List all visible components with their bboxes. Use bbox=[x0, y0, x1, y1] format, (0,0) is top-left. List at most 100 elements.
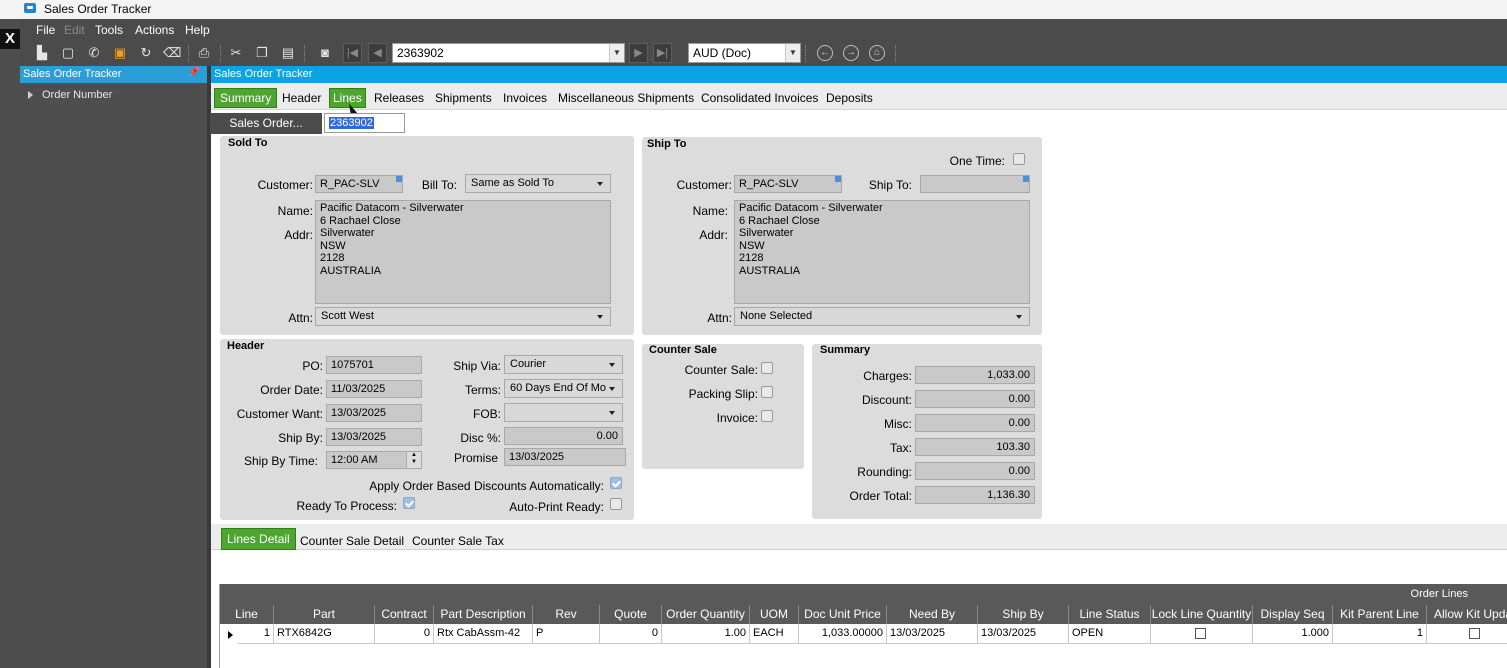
new-icon[interactable]: ▙ bbox=[33, 44, 51, 62]
attachment-icon[interactable]: ▣ bbox=[111, 44, 129, 62]
apply-discounts-checkbox[interactable] bbox=[610, 477, 622, 489]
tab-counter-sale-detail[interactable]: Counter Sale Detail bbox=[300, 534, 404, 548]
previous-record-icon[interactable]: ◀ bbox=[368, 43, 387, 63]
currency-combo[interactable]: AUD (Doc) ▼ bbox=[688, 43, 801, 63]
counter-sale-checkbox[interactable] bbox=[761, 362, 773, 374]
table-cell[interactable]: P bbox=[533, 624, 600, 644]
terms-dropdown[interactable]: 60 Days End Of Mo bbox=[504, 379, 623, 398]
sold-to-address-field[interactable]: Pacific Datacom - Silverwater 6 Rachael … bbox=[315, 200, 611, 304]
clear-icon[interactable]: ⌫ bbox=[163, 44, 181, 62]
chevron-down-icon[interactable]: ▼ bbox=[785, 44, 800, 62]
refresh-icon[interactable]: ↻ bbox=[137, 44, 155, 62]
ship-by-field[interactable]: 13/03/2025 bbox=[326, 428, 422, 446]
ship-to-field[interactable] bbox=[920, 175, 1030, 193]
ship-via-dropdown[interactable]: Courier bbox=[504, 355, 623, 374]
grid-header[interactable]: Kit Parent Line bbox=[1333, 605, 1427, 624]
table-cell[interactable]: 1.000 bbox=[1253, 624, 1333, 644]
table-cell[interactable]: 1 bbox=[1333, 624, 1427, 644]
po-field[interactable]: 1075701 bbox=[326, 356, 422, 374]
disc-field[interactable]: 0.00 bbox=[504, 427, 623, 445]
order-number-combo[interactable]: 2363902 ▼ bbox=[392, 43, 625, 63]
table-cell[interactable]: 13/03/2025 bbox=[887, 624, 978, 644]
bill-to-dropdown[interactable]: Same as Sold To bbox=[465, 174, 611, 193]
grid-header[interactable]: UOM bbox=[750, 605, 799, 624]
grid-header[interactable]: Line bbox=[220, 605, 274, 624]
table-cell[interactable] bbox=[1427, 624, 1507, 644]
phone-icon[interactable]: ✆ bbox=[85, 44, 103, 62]
grid-header[interactable]: Allow Kit Upda bbox=[1427, 605, 1507, 624]
forward-icon[interactable]: → bbox=[843, 45, 859, 61]
order-date-field[interactable]: 11/03/2025 bbox=[326, 380, 422, 398]
grid-header[interactable]: Ship By bbox=[978, 605, 1069, 624]
tab-consolidated-invoices[interactable]: Consolidated Invoices bbox=[701, 91, 818, 105]
table-cell[interactable]: 1 bbox=[238, 624, 274, 644]
sold-to-attn-dropdown[interactable]: Scott West bbox=[315, 307, 611, 326]
table-cell[interactable]: EACH bbox=[750, 624, 799, 644]
table-cell[interactable]: 0 bbox=[375, 624, 434, 644]
one-time-checkbox[interactable] bbox=[1013, 153, 1025, 165]
grid-header[interactable]: Contract bbox=[375, 605, 434, 624]
grid-header[interactable]: Doc Unit Price bbox=[799, 605, 887, 624]
grid-header[interactable]: Need By bbox=[887, 605, 978, 624]
note-icon[interactable]: ▢ bbox=[59, 44, 77, 62]
expand-icon[interactable] bbox=[28, 91, 33, 99]
menu-tools[interactable]: Tools bbox=[95, 23, 123, 37]
tab-lines-detail[interactable]: Lines Detail bbox=[221, 528, 296, 550]
print-icon[interactable]: ⎙ bbox=[195, 44, 213, 62]
copy-icon[interactable]: ❐ bbox=[253, 44, 271, 62]
tab-header[interactable]: Header bbox=[282, 91, 321, 105]
menu-help[interactable]: Help bbox=[185, 23, 210, 37]
allow-kit-update-checkbox[interactable] bbox=[1469, 628, 1480, 639]
packing-slip-checkbox[interactable] bbox=[761, 386, 773, 398]
grid-header[interactable]: Part bbox=[274, 605, 375, 624]
next-record-icon[interactable]: ▶ bbox=[629, 43, 648, 63]
paste-icon[interactable]: ▤ bbox=[279, 44, 297, 62]
grid-header[interactable]: Lock Line Quantity bbox=[1151, 605, 1253, 624]
ship-to-attn-dropdown[interactable]: None Selected bbox=[734, 307, 1030, 326]
table-cell[interactable]: 0 bbox=[600, 624, 662, 644]
menu-actions[interactable]: Actions bbox=[135, 23, 174, 37]
grid-header[interactable]: Part Description bbox=[434, 605, 533, 624]
table-cell[interactable]: Rtx CabAssm-42 bbox=[434, 624, 533, 644]
pin-icon[interactable]: 📌 bbox=[188, 67, 200, 78]
tab-invoices[interactable]: Invoices bbox=[503, 91, 547, 105]
grid-header[interactable]: Display Seq bbox=[1253, 605, 1333, 624]
customer-want-field[interactable]: 13/03/2025 bbox=[326, 404, 422, 422]
binoculars-icon[interactable]: ◙ bbox=[316, 44, 334, 62]
table-cell[interactable]: 1,033.00000 bbox=[799, 624, 887, 644]
chevron-down-icon[interactable]: ▼ bbox=[609, 44, 624, 62]
ship-by-time-field[interactable]: 12:00 AM ▲ ▼ bbox=[326, 451, 422, 469]
menu-file[interactable]: File bbox=[36, 23, 55, 37]
last-record-icon[interactable]: ▶| bbox=[653, 43, 672, 63]
grid-header[interactable]: Line Status bbox=[1069, 605, 1151, 624]
table-cell[interactable]: 1.00 bbox=[662, 624, 750, 644]
grid-header[interactable]: Rev bbox=[533, 605, 600, 624]
sold-to-customer-field[interactable]: R_PAC-SLV bbox=[315, 175, 403, 193]
tab-summary[interactable]: Summary bbox=[214, 88, 278, 108]
tree-item-order-number[interactable]: Order Number bbox=[28, 89, 112, 101]
tab-counter-sale-tax[interactable]: Counter Sale Tax bbox=[412, 534, 504, 548]
auto-print-ready-checkbox[interactable] bbox=[610, 498, 622, 510]
back-icon[interactable]: ← bbox=[817, 45, 833, 61]
home-icon[interactable]: ⌂ bbox=[869, 45, 885, 61]
tab-deposits[interactable]: Deposits bbox=[826, 91, 873, 105]
grid-header[interactable]: Order Quantity bbox=[662, 605, 750, 624]
ship-to-customer-field[interactable]: R_PAC-SLV bbox=[734, 175, 842, 193]
ready-to-process-checkbox[interactable] bbox=[403, 497, 415, 509]
invoice-checkbox[interactable] bbox=[761, 410, 773, 422]
tab-releases[interactable]: Releases bbox=[374, 91, 424, 105]
sales-order-button[interactable]: Sales Order... bbox=[210, 113, 322, 134]
grid-header[interactable]: Quote bbox=[600, 605, 662, 624]
fob-dropdown[interactable] bbox=[504, 403, 623, 422]
table-cell[interactable]: 13/03/2025 bbox=[978, 624, 1069, 644]
first-record-icon[interactable]: |◀ bbox=[343, 43, 362, 63]
cut-icon[interactable]: ✂ bbox=[227, 44, 245, 62]
table-cell[interactable]: RTX6842G bbox=[274, 624, 375, 644]
tab-shipments[interactable]: Shipments bbox=[435, 91, 492, 105]
table-cell[interactable]: OPEN bbox=[1069, 624, 1151, 644]
lock-line-quantity-checkbox[interactable] bbox=[1195, 628, 1206, 639]
spinner-icon[interactable]: ▲ ▼ bbox=[406, 452, 421, 468]
close-icon[interactable]: X bbox=[0, 29, 20, 49]
promise-field[interactable]: 13/03/2025 bbox=[504, 448, 626, 466]
sales-order-input[interactable]: 2363902 bbox=[324, 113, 405, 133]
